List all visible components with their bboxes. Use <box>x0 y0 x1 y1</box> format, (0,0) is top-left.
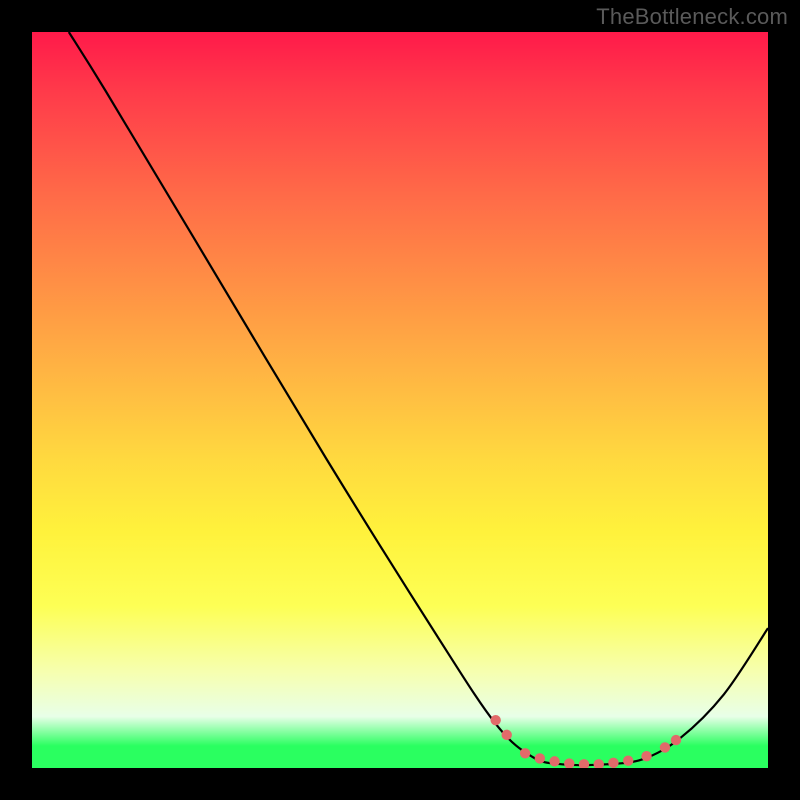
chart-plot-area <box>32 32 768 768</box>
curve-marker-dot <box>579 759 589 768</box>
curve-marker-dot <box>641 751 651 761</box>
curve-marker-dot <box>535 753 545 763</box>
curve-marker-dot <box>564 758 574 768</box>
curve-marker-dot <box>520 748 530 758</box>
curve-marker-dot <box>502 730 512 740</box>
curve-marker-dot <box>608 758 618 768</box>
curve-marker-dot <box>660 742 670 752</box>
watermark-text: TheBottleneck.com <box>596 4 788 30</box>
curve-marker-dot <box>549 756 559 766</box>
curve-marker-dot <box>594 759 604 768</box>
curve-markers <box>490 715 681 768</box>
curve-line <box>69 32 768 765</box>
curve-marker-dot <box>623 755 633 765</box>
curve-marker-dot <box>490 715 500 725</box>
curve-marker-dot <box>671 735 681 745</box>
chart-svg <box>32 32 768 768</box>
